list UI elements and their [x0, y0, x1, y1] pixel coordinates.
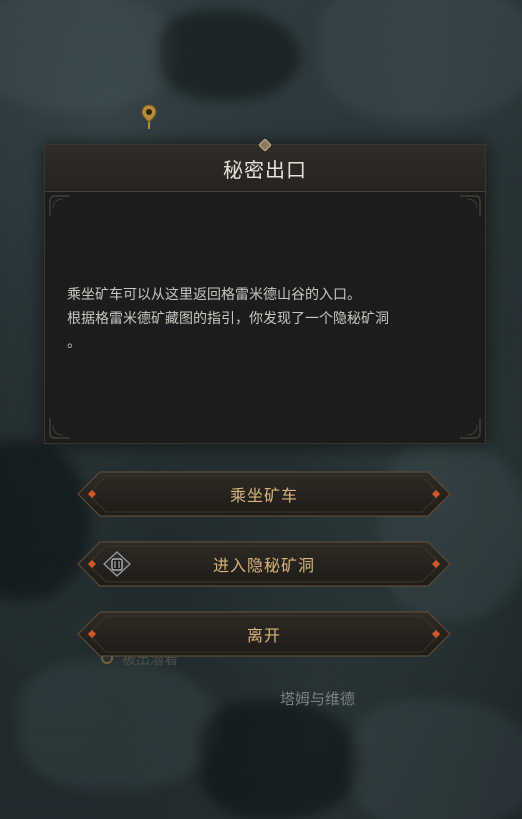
option-label: 进入隐秘矿洞 — [212, 556, 315, 575]
corner-ornament-icon — [49, 418, 70, 439]
event-dialog: 秘密出口 乘坐矿车可以从这里返回格雷米德山谷的入口。 根据格雷米德矿藏图的指引，… — [44, 139, 486, 444]
description-line: 根据格雷米德矿藏图的指引，你发现了一个隐秘矿洞 — [67, 311, 389, 327]
option-label: 乘坐矿车 — [229, 486, 298, 505]
description-line: 。 — [67, 335, 81, 351]
leave-button[interactable]: 离开 — [76, 610, 452, 658]
enter-hidden-cave-button[interactable]: 进入隐秘矿洞 — [76, 540, 452, 588]
dialog-title: 秘密出口 — [223, 157, 307, 182]
map-pin-icon[interactable] — [141, 104, 157, 130]
corner-ornament-icon — [49, 195, 70, 216]
dialog-description: 乘坐矿车可以从这里返回格雷米德山谷的入口。 根据格雷米德矿藏图的指引，你发现了一… — [67, 283, 467, 355]
corner-ornament-icon — [460, 195, 481, 216]
dialog-header: 秘密出口 — [45, 145, 485, 192]
game-map-background: 被出潜着 塔姆与维德 秘密出口 乘坐矿车可以从这里返回格雷米德山谷的入口。 根据… — [0, 0, 522, 819]
map-location-label[interactable]: 塔姆与维德 — [280, 688, 355, 709]
ornament-gem-icon — [259, 139, 271, 151]
description-line: 乘坐矿车可以从这里返回格雷米德山谷的入口。 — [67, 287, 361, 303]
option-label: 离开 — [246, 626, 281, 645]
corner-ornament-icon — [460, 418, 481, 439]
ride-minecart-button[interactable]: 乘坐矿车 — [76, 470, 452, 518]
